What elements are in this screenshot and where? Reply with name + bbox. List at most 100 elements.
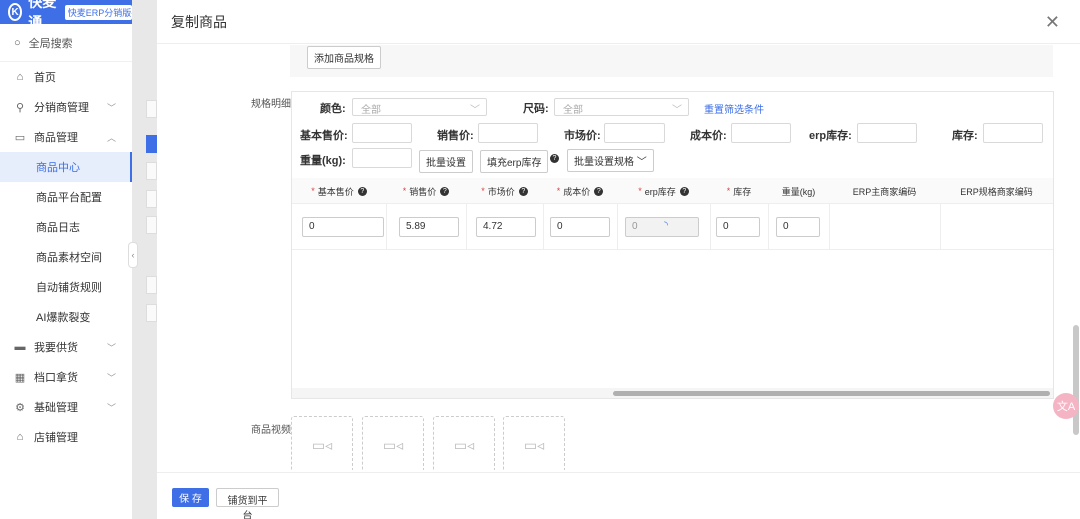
th-base-price-label: 基本售价	[317, 186, 354, 197]
background-element	[146, 304, 157, 322]
box-icon: ▬	[14, 341, 26, 353]
nav-sub-auto-rules[interactable]: 自动铺货规则	[0, 272, 132, 302]
batch-stock-input[interactable]	[983, 123, 1043, 143]
help-icon[interactable]: ?	[594, 186, 604, 196]
column-divider	[829, 204, 830, 250]
cost-price-label: 成本价:	[690, 130, 727, 142]
th-base-price: * 基本售价?	[292, 178, 386, 204]
calendar-icon: ▦	[14, 371, 26, 384]
fill-erp-stock-button[interactable]: 填充erp库存	[480, 150, 549, 173]
nav-distributor-label: 分销商管理	[34, 102, 89, 114]
market-price-label: 市场价:	[564, 130, 601, 142]
horizontal-scrollbar-thumb[interactable]	[613, 391, 1050, 396]
video-camera-icon: ▭◃	[453, 436, 475, 453]
vertical-scrollbar-thumb[interactable]	[1073, 325, 1079, 435]
nav-sub-platform-config[interactable]: 商品平台配置	[0, 182, 132, 212]
save-button[interactable]: 保 存	[172, 488, 209, 507]
nav-distributor[interactable]: ⚲ 分销商管理 ﹀	[0, 92, 132, 122]
video-upload-slot[interactable]: ▭◃	[362, 416, 424, 470]
column-divider	[543, 204, 544, 250]
batch-sale-price-input[interactable]	[478, 123, 538, 143]
th-cost-price: * 成本价?	[543, 178, 617, 204]
background-element	[146, 276, 157, 294]
help-icon[interactable]: ?	[357, 186, 367, 196]
th-erp-spec-code: ERP规格商家编码	[960, 186, 1033, 197]
erp-stock-label: erp库存:	[809, 130, 852, 142]
video-camera-icon: ▭◃	[382, 436, 404, 453]
column-divider	[940, 204, 941, 250]
distribute-to-platform-button[interactable]: 铺货到平台	[216, 488, 279, 519]
reset-filter-link[interactable]: 重置筛选条件	[704, 101, 764, 116]
cost-price-input[interactable]: 0	[550, 217, 610, 237]
nav-supply-label: 我要供货	[34, 342, 78, 354]
market-price-input[interactable]: 4.72	[476, 217, 536, 237]
batch-cost-price-input[interactable]	[731, 123, 791, 143]
brand-logo-icon: K	[8, 3, 23, 21]
stock-input[interactable]: 0	[716, 217, 760, 237]
th-sale-price: * 销售价?	[386, 178, 466, 204]
video-upload-slot[interactable]: ▭◃	[291, 416, 353, 470]
background-element	[146, 216, 157, 234]
nav-sub-product-center[interactable]: 商品中心	[0, 152, 132, 182]
color-select[interactable]: 全部 ﹀	[352, 98, 487, 116]
sale-price-input[interactable]: 5.89	[399, 217, 459, 237]
column-divider	[386, 204, 387, 250]
nav-sub-material-space[interactable]: 商品素材空间	[0, 242, 132, 272]
erp-stock-input: 0 ◝	[625, 217, 699, 237]
table-row: 0 5.89 4.72 0 0 ◝ 0 0	[292, 204, 1053, 250]
gear-icon: ⚙	[15, 401, 25, 414]
video-camera-icon: ▭◃	[523, 436, 545, 453]
brand-bar: K 快麦通 快麦ERP分销版-供	[0, 0, 132, 30]
add-spec-button[interactable]: 添加商品规格	[307, 46, 381, 69]
video-upload-slot[interactable]: ▭◃	[503, 416, 565, 470]
translate-icon[interactable]: 文A	[1053, 393, 1079, 419]
help-icon[interactable]: ?	[518, 186, 528, 196]
close-icon[interactable]: ✕	[1045, 12, 1060, 33]
batch-spec-dropdown[interactable]: 批量设置规格 ﹀	[567, 149, 654, 172]
copy-product-modal: 复制商品 ✕ 添加商品规格 规格明细 颜色: 全部 ﹀ 尺码: 全部 ﹀ 重置筛选条…	[157, 0, 1080, 519]
column-divider	[768, 204, 769, 250]
help-icon[interactable]: ?	[550, 154, 559, 163]
brand-name: 快麦通	[28, 0, 57, 30]
nav-sub-product-log[interactable]: 商品日志	[0, 212, 132, 242]
video-label: 商品视频	[251, 425, 291, 436]
chevron-down-icon: ﹀	[470, 105, 480, 116]
collapse-sidebar-handle[interactable]: ‹	[128, 242, 138, 268]
help-icon[interactable]: ?	[440, 186, 450, 196]
nav-product-mgmt-label: 商品管理	[34, 132, 78, 144]
brand-badge: 快麦ERP分销版-供	[64, 4, 132, 20]
erp-stock-value: 0	[632, 221, 638, 232]
horizontal-scrollbar[interactable]	[292, 388, 1053, 398]
batch-erp-stock-input[interactable]	[857, 123, 917, 143]
batch-set-button[interactable]: 批量设置	[419, 150, 473, 173]
global-search[interactable]: ○ 全局搜索	[0, 24, 132, 62]
batch-market-price-input[interactable]	[604, 123, 665, 143]
batch-spec-label: 批量设置规格	[574, 157, 634, 168]
nav-stall[interactable]: ▦ 档口拿货 ﹀	[0, 362, 132, 392]
loading-spinner-icon: ◝	[664, 220, 668, 231]
nav-shop[interactable]: ⌂ 店铺管理	[0, 422, 132, 452]
nav-product-mgmt[interactable]: ▭ 商品管理 ︿	[0, 122, 132, 152]
modal-title: 复制商品	[157, 0, 1080, 44]
video-upload-slot[interactable]: ▭◃	[433, 416, 495, 470]
nav-basic[interactable]: ⚙ 基础管理 ﹀	[0, 392, 132, 422]
th-stock: * 库存	[726, 186, 752, 197]
th-market-price: * 市场价?	[466, 178, 543, 204]
column-divider	[710, 204, 711, 250]
base-price-label: 基本售价:	[300, 130, 348, 142]
size-select[interactable]: 全部 ﹀	[554, 98, 689, 116]
batch-base-price-input[interactable]	[352, 123, 412, 143]
background-element	[146, 162, 157, 180]
spec-detail-panel: 颜色: 全部 ﹀ 尺码: 全部 ﹀ 重置筛选条件 基本售价: 销售价: 市场价: 成…	[291, 91, 1054, 399]
stock-label: 库存:	[952, 130, 978, 142]
weight-label: 重量(kg):	[300, 155, 346, 167]
nav-home[interactable]: ⌂ 首页	[0, 62, 132, 92]
weight-input[interactable]: 0	[776, 217, 820, 237]
base-price-input[interactable]: 0	[302, 217, 384, 237]
nav-shop-label: 店铺管理	[34, 432, 78, 444]
nav-supply[interactable]: ▬ 我要供货 ﹀	[0, 332, 132, 362]
nav-stall-label: 档口拿货	[34, 372, 78, 384]
batch-weight-input[interactable]	[352, 148, 412, 168]
nav-sub-ai-fission[interactable]: AI爆款裂变	[0, 302, 132, 332]
help-icon[interactable]: ?	[679, 186, 689, 196]
